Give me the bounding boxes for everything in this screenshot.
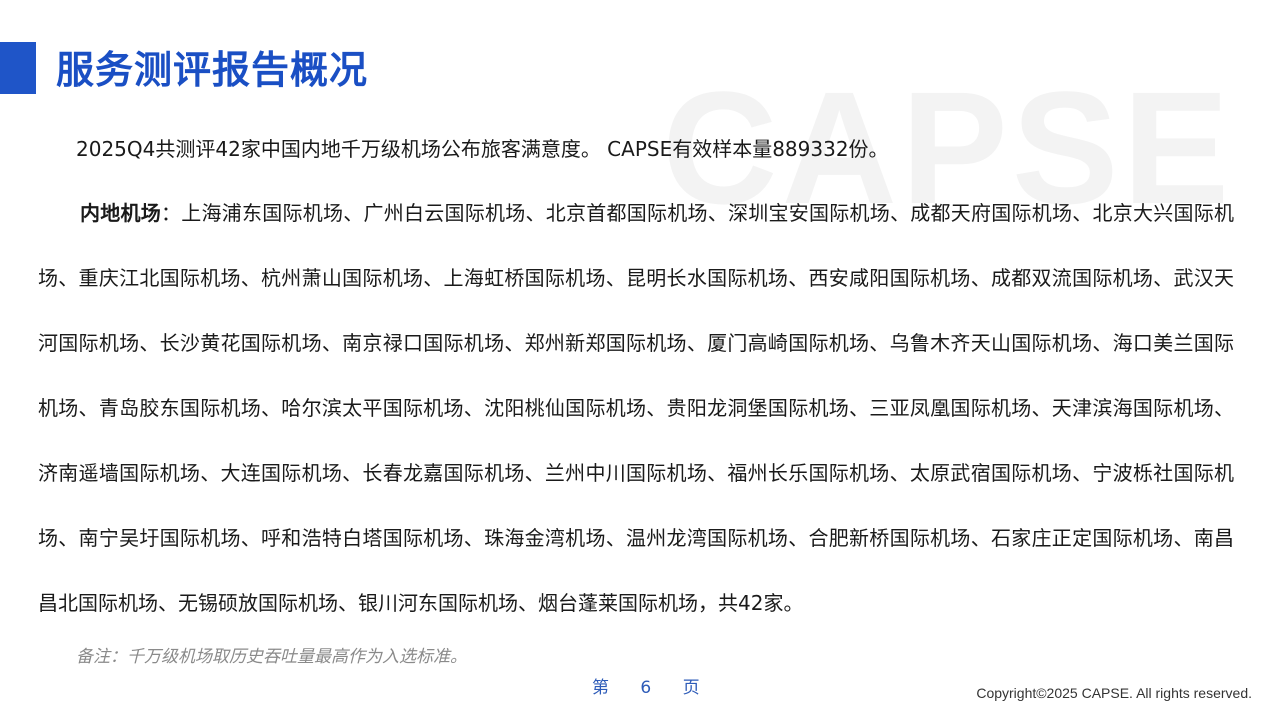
page-number: 第 6 页 [592,678,700,698]
intro-paragraph: 2025Q4共测评42家中国内地千万级机场公布旅客满意度。 CAPSE有效样本量… [76,137,889,161]
airport-list-paragraph: 内地机场：上海浦东国际机场、广州白云国际机场、北京首都国际机场、深圳宝安国际机场… [38,181,1234,636]
page-title: 服务测评报告概况 [56,48,369,92]
footnote: 备注：千万级机场取历史吞吐量最高作为入选标准。 [76,647,467,667]
title-accent-bar [0,42,36,94]
airport-list-text: 上海浦东国际机场、广州白云国际机场、北京首都国际机场、深圳宝安国际机场、成都天府… [38,201,1234,615]
airport-list-label: 内地机场 [80,201,161,225]
copyright-notice: Copyright©2025 CAPSE. All rights reserve… [976,685,1252,701]
airport-list-separator: ： [161,201,182,225]
